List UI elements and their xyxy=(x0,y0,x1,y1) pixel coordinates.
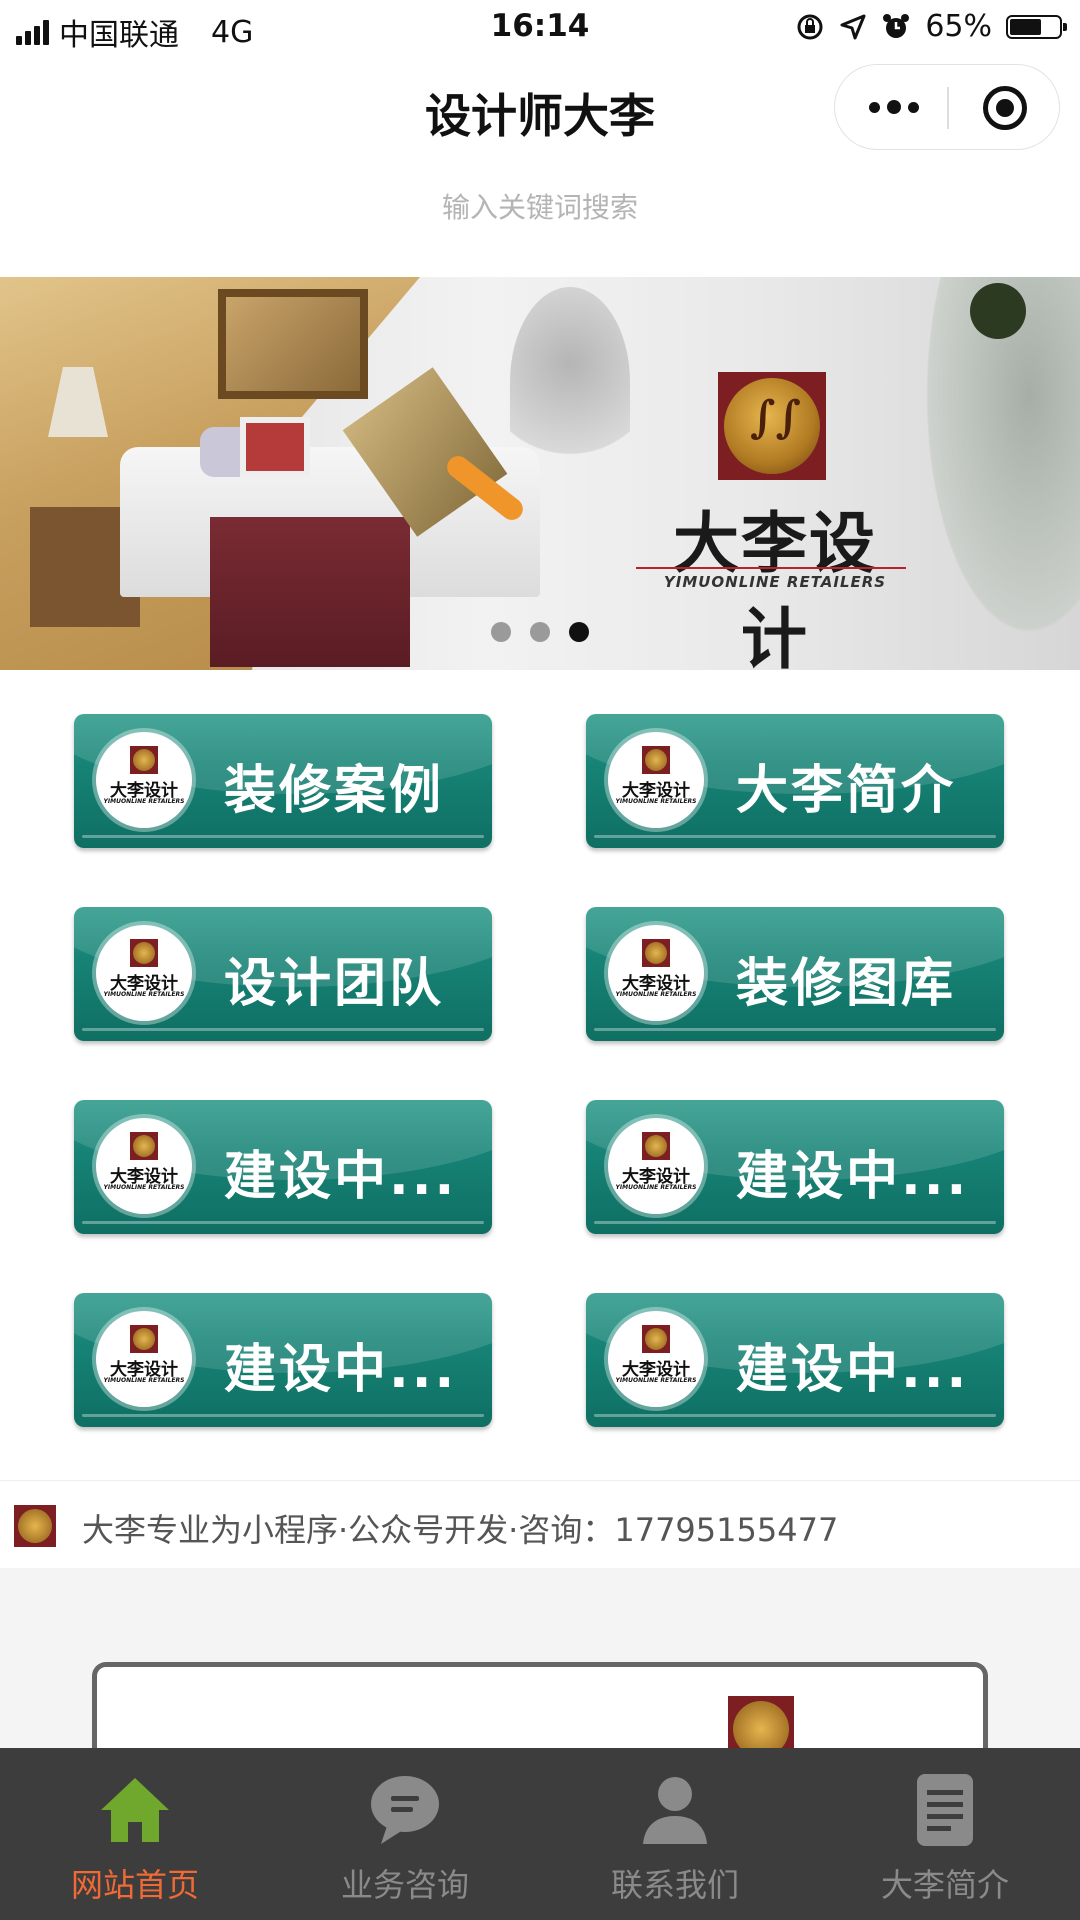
tab-label: 大李简介 xyxy=(880,1866,1009,1904)
notice-text: 大李专业为小程序·公众号开发·咨询：17795155477 xyxy=(82,1511,839,1549)
status-bar: 中国联通 4G 16:14 65% xyxy=(0,0,1080,53)
tab-label: 业务咨询 xyxy=(340,1866,469,1904)
navigation-bar: 设计师大李 xyxy=(0,52,1080,162)
tab-bar: 网站首页 业务咨询 联系我们 大李简介 xyxy=(0,1748,1080,1920)
alarm-clock-icon xyxy=(883,13,910,38)
carousel-dot[interactable] xyxy=(530,622,550,642)
menu-tile-about[interactable]: 大李设计 YIMUONLINE RETAILERS 大李简介 xyxy=(586,714,1004,848)
menu-tile-label: 建设中... xyxy=(224,1340,458,1400)
menu-tile-label: 装修图库 xyxy=(736,954,957,1014)
tab-label: 网站首页 xyxy=(70,1866,199,1904)
brand-logo-icon: 大李设计 YIMUONLINE RETAILERS xyxy=(608,1118,704,1214)
brand-logo-icon: 大李设计 YIMUONLINE RETAILERS xyxy=(608,1311,704,1407)
brand-logo-icon xyxy=(14,1505,56,1547)
brand-logo-icon: 大李设计 YIMUONLINE RETAILERS xyxy=(96,925,192,1021)
location-arrow-icon xyxy=(840,14,866,39)
menu-tile-label: 大李简介 xyxy=(736,761,957,821)
menu-tile-cases[interactable]: 大李设计 YIMUONLINE RETAILERS 装修案例 xyxy=(74,714,492,848)
menu-tile-label: 建设中... xyxy=(224,1147,458,1207)
brand-logo xyxy=(718,372,826,480)
close-miniprogram-icon[interactable] xyxy=(983,86,1027,130)
menu-tile-under-construction[interactable]: 大李设计 YIMUONLINE RETAILERS 建设中... xyxy=(586,1100,1004,1234)
rotation-lock-icon xyxy=(797,14,823,39)
document-icon xyxy=(917,1774,973,1846)
carousel-dot[interactable] xyxy=(491,622,511,642)
person-icon xyxy=(643,1777,707,1844)
battery-percentage: 65% xyxy=(925,9,992,44)
menu-tile-under-construction[interactable]: 大李设计 YIMUONLINE RETAILERS 建设中... xyxy=(74,1293,492,1427)
menu-tile-gallery[interactable]: 大李设计 YIMUONLINE RETAILERS 装修图库 xyxy=(586,907,1004,1041)
search-input[interactable]: 输入关键词搜索 xyxy=(0,186,1080,226)
brand-logo-icon: 大李设计 YIMUONLINE RETAILERS xyxy=(608,925,704,1021)
carousel-indicator[interactable] xyxy=(0,622,1080,642)
tab-consult[interactable]: 业务咨询 xyxy=(270,1748,540,1920)
more-options-icon[interactable] xyxy=(869,93,919,121)
tab-contact[interactable]: 联系我们 xyxy=(540,1748,810,1920)
chat-bubble-icon xyxy=(371,1776,439,1844)
menu-tile-label: 建设中... xyxy=(736,1147,970,1207)
brand-logo-icon: 大李设计 YIMUONLINE RETAILERS xyxy=(96,732,192,828)
menu-tile-label: 装修案例 xyxy=(224,761,445,821)
brand-logo-icon: 大李设计 YIMUONLINE RETAILERS xyxy=(96,1118,192,1214)
search-bar[interactable]: 输入关键词搜索 xyxy=(0,162,1080,277)
menu-tile-under-construction[interactable]: 大李设计 YIMUONLINE RETAILERS 建设中... xyxy=(586,1293,1004,1427)
tab-label: 联系我们 xyxy=(610,1866,739,1904)
menu-tile-under-construction[interactable]: 大李设计 YIMUONLINE RETAILERS 建设中... xyxy=(74,1100,492,1234)
menu-tile-label: 建设中... xyxy=(736,1340,970,1400)
brand-logo-icon: 大李设计 YIMUONLINE RETAILERS xyxy=(96,1311,192,1407)
menu-tile-team[interactable]: 大李设计 YIMUONLINE RETAILERS 设计团队 xyxy=(74,907,492,1041)
notice-bar[interactable]: 大李专业为小程序·公众号开发·咨询：17795155477 xyxy=(0,1480,1080,1569)
banner-subtitle: YIMUONLINE RETAILERS xyxy=(663,573,887,591)
home-icon xyxy=(101,1778,169,1842)
battery-icon xyxy=(1006,14,1067,39)
plant-image xyxy=(510,287,630,477)
brand-logo-icon: 大李设计 YIMUONLINE RETAILERS xyxy=(608,732,704,828)
carousel-dot-active[interactable] xyxy=(569,622,589,642)
tab-about[interactable]: 大李简介 xyxy=(810,1748,1080,1920)
tab-home[interactable]: 网站首页 xyxy=(0,1748,270,1920)
capsule-divider xyxy=(947,87,949,129)
wall-painting xyxy=(218,289,368,399)
content-area xyxy=(0,1568,1080,1782)
menu-tile-label: 设计团队 xyxy=(224,954,445,1014)
menu-grid: 大李设计 YIMUONLINE RETAILERS 装修案例 大李设计 YIMUON… xyxy=(0,670,1080,1480)
miniprogram-capsule xyxy=(834,64,1060,150)
banner-carousel[interactable]: 大李设计 YIMUONLINE RETAILERS xyxy=(0,277,1080,670)
